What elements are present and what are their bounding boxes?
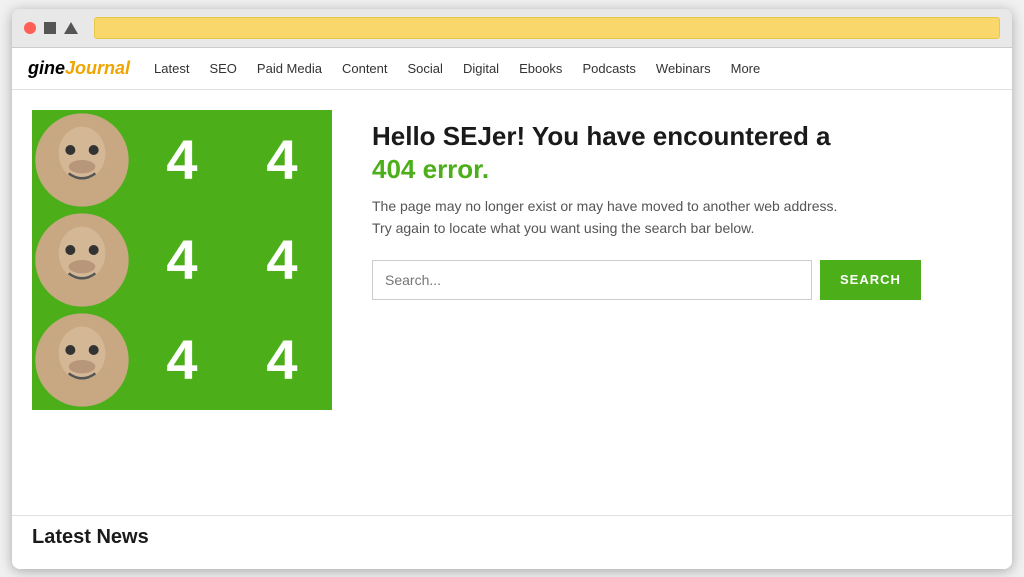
nav-bar: gineJournal Latest SEO Paid Media Conten… [12, 48, 1012, 90]
minimize-button[interactable] [44, 22, 56, 34]
nav-item-ebooks[interactable]: Ebooks [519, 61, 562, 76]
logo-journal: Journal [65, 58, 130, 78]
latest-news-section: Latest News [12, 515, 1012, 569]
nav-item-seo[interactable]: SEO [209, 61, 236, 76]
error-info: Hello SEJer! You have encountered a 404 … [372, 110, 992, 495]
search-button[interactable]: SEARCH [820, 260, 921, 300]
grid-cell-4-6: 4 [232, 310, 332, 410]
face-icon-3 [32, 310, 132, 410]
nav-item-latest[interactable]: Latest [154, 61, 189, 76]
search-row: SEARCH [372, 260, 992, 300]
error-title-line1: Hello SEJer! You have encountered a [372, 121, 831, 151]
grid-cell-4-2: 4 [232, 110, 332, 210]
browser-chrome [12, 9, 1012, 48]
browser-window: gineJournal Latest SEO Paid Media Conten… [12, 9, 1012, 569]
address-bar[interactable] [94, 17, 1000, 39]
nav-menu: Latest SEO Paid Media Content Social Dig… [154, 61, 760, 76]
error-title: Hello SEJer! You have encountered a 404 … [372, 120, 992, 188]
zoom-button[interactable] [64, 22, 78, 34]
grid-cell-4-1: 4 [132, 110, 232, 210]
grid-cell-4-3: 4 [132, 210, 232, 310]
grid-cell-face-1 [32, 110, 132, 210]
face-icon-1 [32, 110, 132, 210]
latest-news-title: Latest News [32, 526, 992, 549]
grid-cell-4-4: 4 [232, 210, 332, 310]
close-button[interactable] [24, 22, 36, 34]
page-content: 4 4 4 4 [12, 90, 1012, 515]
grid-cell-face-3 [32, 310, 132, 410]
nav-item-digital[interactable]: Digital [463, 61, 499, 76]
nav-item-paid-media[interactable]: Paid Media [257, 61, 322, 76]
nav-item-more[interactable]: More [731, 61, 761, 76]
nav-item-social[interactable]: Social [408, 61, 443, 76]
face-icon-2 [32, 210, 132, 310]
nav-item-content[interactable]: Content [342, 61, 388, 76]
search-input[interactable] [372, 260, 812, 300]
grid-cell-face-2 [32, 210, 132, 310]
site-logo[interactable]: gineJournal [28, 58, 130, 79]
error-image-grid: 4 4 4 4 [32, 110, 332, 410]
grid-cell-4-5: 4 [132, 310, 232, 410]
logo-engine: gine [28, 58, 65, 78]
error-code: 404 error. [372, 154, 489, 184]
nav-item-webinars[interactable]: Webinars [656, 61, 711, 76]
nav-item-podcasts[interactable]: Podcasts [582, 61, 635, 76]
error-description: The page may no longer exist or may have… [372, 195, 852, 240]
